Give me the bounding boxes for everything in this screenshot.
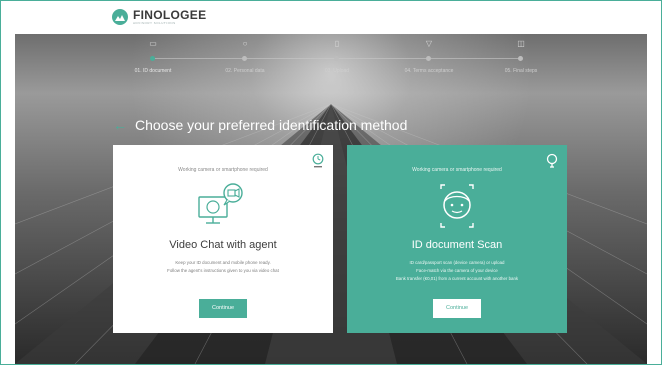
- id-scan-title: ID document Scan: [411, 239, 503, 251]
- scan-requirement-text: Working camera or smartphone required: [412, 167, 502, 173]
- final-steps-icon: ◫: [517, 39, 525, 48]
- brand-logo[interactable]: FINOLOGEE ADVISORY SOLUTIONS: [112, 9, 206, 25]
- top-bar: FINOLOGEE ADVISORY SOLUTIONS: [1, 1, 661, 34]
- video-chat-description: Keep your ID document and mobile phone r…: [113, 259, 333, 275]
- step-1-label[interactable]: 01. ID document: [135, 68, 172, 74]
- step-4-label[interactable]: 04. Terms acceptance: [405, 68, 454, 74]
- video-chat-option-card[interactable]: Working camera or smartphone required Vi…: [113, 145, 333, 333]
- app-frame: FINOLOGEE ADVISORY SOLUTIONS ▭ 01. ID do…: [0, 0, 662, 365]
- page-title: Choose your preferred identification met…: [135, 117, 408, 133]
- id-scan-option-card[interactable]: Working camera or smartphone required ID…: [347, 145, 567, 333]
- brand-name: FINOLOGEE: [133, 8, 207, 22]
- video-chat-continue-button[interactable]: Continue: [199, 299, 247, 318]
- step-dot-3: [334, 56, 339, 61]
- step-dot-1: [150, 56, 155, 61]
- lightbulb-icon: [546, 153, 558, 168]
- step-dot-2: [242, 56, 247, 61]
- clock-icon: [312, 153, 324, 168]
- video-chat-title: Video Chat with agent: [169, 239, 277, 251]
- video-desc-line-1: Keep your ID document and mobile phone r…: [175, 260, 271, 265]
- video-chat-illustration-icon: [198, 183, 243, 224]
- logo-text: FINOLOGEE ADVISORY SOLUTIONS: [133, 9, 206, 25]
- id-scan-description: ID card/passport scan (device camera) or…: [347, 259, 567, 283]
- upload-icon: ▯: [334, 39, 340, 48]
- back-arrow-icon[interactable]: ←: [113, 117, 127, 133]
- scan-desc-line-3: Bank transfer (€0,01) from a current acc…: [395, 276, 519, 281]
- video-desc-line-2: Follow the agent's instructions given to…: [167, 268, 279, 273]
- id-card-icon: ▭: [149, 39, 157, 48]
- terms-icon: ▽: [425, 39, 433, 48]
- brand-tagline: ADVISORY SOLUTIONS: [133, 21, 176, 25]
- video-requirement-text: Working camera or smartphone required: [178, 167, 268, 173]
- step-3-label[interactable]: 03. Upload: [325, 68, 349, 74]
- logo-mark-icon: [112, 9, 128, 25]
- scan-desc-line-2: Face-match via the camera of your device: [416, 268, 498, 273]
- scan-desc-line-1: ID card/passport scan (device camera) or…: [409, 260, 505, 265]
- step-dot-4: [426, 56, 431, 61]
- id-scan-continue-button[interactable]: Continue: [433, 299, 481, 318]
- step-5-label[interactable]: 05. Final steps: [505, 68, 538, 74]
- page-heading: ← Choose your preferred identification m…: [113, 117, 407, 133]
- step-2-label[interactable]: 02. Personal data: [225, 68, 264, 74]
- person-icon: ○: [242, 39, 248, 48]
- face-scan-illustration-icon: [440, 184, 474, 228]
- step-dot-5: [518, 56, 523, 61]
